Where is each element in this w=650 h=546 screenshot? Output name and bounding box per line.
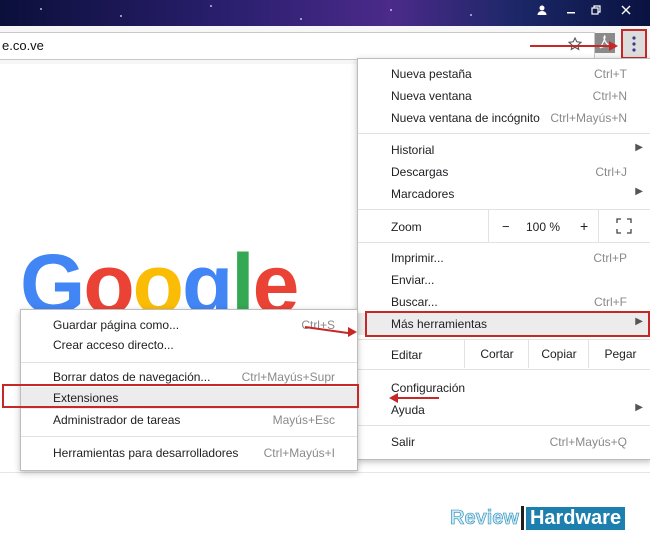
- annotation-arrowhead: [389, 393, 398, 403]
- menu-item-shortcut: Ctrl+N: [592, 89, 627, 103]
- menu-item-label: Enviar...: [391, 273, 435, 287]
- annotation-arrow: [530, 45, 610, 47]
- menu-item-label: Configuración: [391, 381, 466, 395]
- menu-item-shortcut: Ctrl+T: [594, 67, 627, 81]
- watermark-divider: [520, 506, 524, 530]
- menu-item-label: Nueva ventana: [391, 89, 472, 103]
- watermark-left: Review: [450, 506, 520, 529]
- highlight-more-tools: [365, 311, 650, 337]
- menu-item-label: Nueva ventana de incógnito: [391, 111, 540, 125]
- highlight-extensions: [2, 384, 359, 408]
- decoration-star: [300, 18, 302, 20]
- zoom-label: Zoom: [391, 220, 422, 234]
- paste-button[interactable]: Pegar: [588, 340, 650, 368]
- menu-item-label: Ayuda: [391, 403, 425, 417]
- submenu-item-shortcut: Mayús+Esc: [272, 413, 335, 427]
- divider: [0, 472, 650, 473]
- menu-item-shortcut: Ctrl+Mayús+N: [550, 111, 627, 125]
- submenu-item-task-manager[interactable]: Administrador de tareas Mayús+Esc: [21, 409, 357, 431]
- menu-separator: [358, 133, 650, 134]
- cut-button[interactable]: Cortar: [464, 340, 529, 368]
- more-vert-icon: [632, 36, 636, 52]
- menu-item-label: Nueva pestaña: [391, 67, 472, 81]
- minimize-icon[interactable]: [557, 0, 585, 20]
- decoration-star: [470, 14, 472, 16]
- menu-item-shortcut: Ctrl+Mayús+Q: [549, 435, 627, 449]
- submenu-item-dev-tools[interactable]: Herramientas para desarrolladores Ctrl+M…: [21, 442, 357, 464]
- menu-item-label: Historial: [391, 143, 435, 157]
- menu-item-label: Imprimir...: [391, 251, 444, 265]
- copy-label: Copiar: [541, 347, 577, 361]
- chevron-right-icon: ▶: [635, 142, 643, 153]
- annotation-arrowhead: [609, 41, 618, 51]
- zoom-divider: [488, 210, 489, 242]
- restore-icon[interactable]: [582, 0, 610, 20]
- chevron-right-icon: ▶: [635, 186, 643, 197]
- chrome-menu: Nueva pestaña Ctrl+T Nueva ventana Ctrl+…: [357, 58, 650, 460]
- submenu-item-shortcut: Ctrl+Mayús+I: [263, 446, 335, 460]
- edit-row: Editar Cortar Copiar Pegar: [358, 340, 650, 368]
- menu-item-label: Buscar...: [391, 295, 438, 309]
- menu-item-label: Descargas: [391, 165, 449, 179]
- submenu-separator: [21, 362, 357, 363]
- decoration-star: [120, 15, 122, 17]
- copy-button[interactable]: Copiar: [528, 340, 589, 368]
- zoom-in-button[interactable]: +: [580, 218, 588, 234]
- submenu-separator: [21, 436, 357, 437]
- menu-item-incognito[interactable]: Nueva ventana de incógnito Ctrl+Mayús+N: [358, 107, 650, 129]
- submenu-item-label: Crear acceso directo...: [53, 338, 174, 352]
- menu-item-shortcut: Ctrl+P: [593, 251, 627, 265]
- paste-label: Pegar: [604, 347, 637, 361]
- submenu-item-label: Administrador de tareas: [53, 413, 181, 427]
- menu-item-shortcut: Ctrl+F: [594, 295, 627, 309]
- chevron-right-icon: ▶: [635, 402, 643, 413]
- address-input[interactable]: e.co.ve: [0, 32, 595, 60]
- menu-item-bookmarks[interactable]: Marcadores ▶: [358, 183, 650, 205]
- zoom-row: Zoom − 100 % +: [358, 210, 650, 242]
- submenu-item-label: Herramientas para desarrolladores: [53, 446, 239, 460]
- watermark-logo: Review Hardware: [450, 505, 626, 531]
- submenu-item-label: Borrar datos de navegación...: [53, 370, 211, 384]
- annotation-arrowhead: [348, 327, 357, 337]
- profile-icon[interactable]: [528, 0, 556, 20]
- zoom-value: 100 %: [526, 220, 561, 234]
- watermark-right: Hardware: [525, 506, 626, 530]
- window-titlebar: [0, 0, 650, 26]
- zoom-out-button[interactable]: −: [502, 219, 510, 234]
- menu-item-label: Salir: [391, 435, 416, 449]
- submenu-item-shortcut: Ctrl+Mayús+Supr: [241, 370, 335, 384]
- menu-item-exit[interactable]: Salir Ctrl+Mayús+Q: [358, 431, 650, 453]
- menu-item-settings[interactable]: Configuración: [358, 377, 650, 399]
- zoom-divider: [598, 210, 599, 242]
- cut-label: Cortar: [480, 347, 514, 361]
- menu-item-history[interactable]: Historial ▶: [358, 139, 650, 161]
- menu-item-new-tab[interactable]: Nueva pestaña Ctrl+T: [358, 63, 650, 85]
- decoration-star: [210, 5, 212, 7]
- menu-item-shortcut: Ctrl+J: [595, 165, 627, 179]
- menu-item-cast[interactable]: Enviar...: [358, 269, 650, 291]
- menu-item-print[interactable]: Imprimir... Ctrl+P: [358, 247, 650, 269]
- menu-item-find[interactable]: Buscar... Ctrl+F: [358, 291, 650, 313]
- url-text: e.co.ve: [2, 38, 44, 53]
- fullscreen-icon[interactable]: [616, 218, 632, 237]
- decoration-star: [390, 9, 392, 11]
- chrome-menu-button[interactable]: [621, 29, 647, 59]
- submenu-item-label: Guardar página como...: [53, 318, 180, 332]
- menu-item-downloads[interactable]: Descargas Ctrl+J: [358, 161, 650, 183]
- annotation-arrow: [397, 397, 439, 399]
- menu-separator: [358, 425, 650, 426]
- submenu-item-save-page[interactable]: Guardar página como... Ctrl+S: [21, 314, 357, 336]
- menu-separator: [358, 242, 650, 243]
- decoration-star: [40, 8, 42, 10]
- edit-label: Editar: [391, 348, 423, 362]
- close-icon[interactable]: [612, 0, 640, 20]
- submenu-item-create-shortcut[interactable]: Crear acceso directo...: [21, 334, 357, 356]
- menu-item-help[interactable]: Ayuda ▶: [358, 399, 650, 421]
- menu-separator: [358, 369, 650, 370]
- menu-item-new-window[interactable]: Nueva ventana Ctrl+N: [358, 85, 650, 107]
- menu-item-label: Marcadores: [391, 187, 455, 201]
